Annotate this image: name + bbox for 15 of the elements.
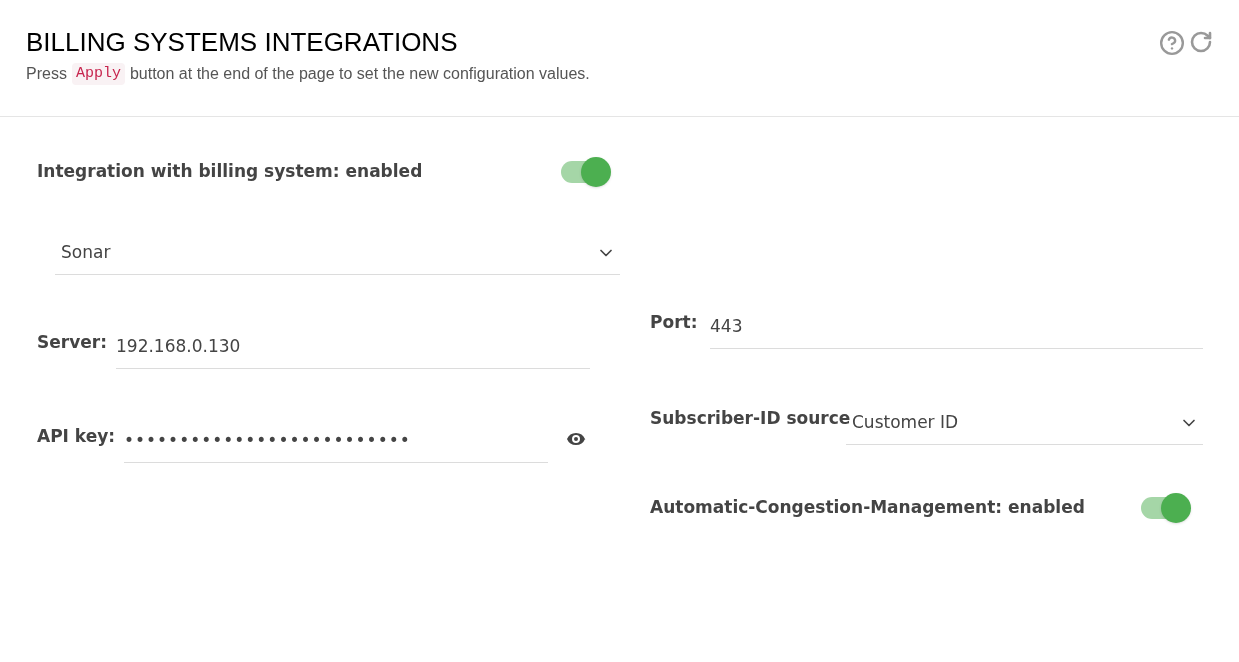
congestion-label: Automatic-Congestion-Management: enabled [650, 496, 1085, 519]
refresh-icon[interactable] [1189, 30, 1213, 54]
port-field[interactable]: 443 [710, 305, 1203, 349]
page-title: BILLING SYSTEMS INTEGRATIONS [26, 26, 459, 58]
port-label: Port: [650, 310, 699, 334]
server-label: Server: [37, 330, 108, 354]
api-key-label: API key: [37, 424, 117, 448]
billing-system-select[interactable]: Sonar [55, 231, 620, 275]
server-field[interactable]: 192.168.0.130 [116, 325, 590, 369]
instruction-text: Press [26, 64, 67, 84]
integration-label: Integration with billing system: enabled [37, 160, 423, 184]
api-key-field[interactable]: •••••••••••••••••••••••••• [124, 419, 548, 463]
instruction-text: button at the end of the page to set the new configuration values. [129, 64, 590, 84]
code-snippet: Apply [71, 62, 125, 86]
help-icon[interactable] [1159, 30, 1185, 56]
